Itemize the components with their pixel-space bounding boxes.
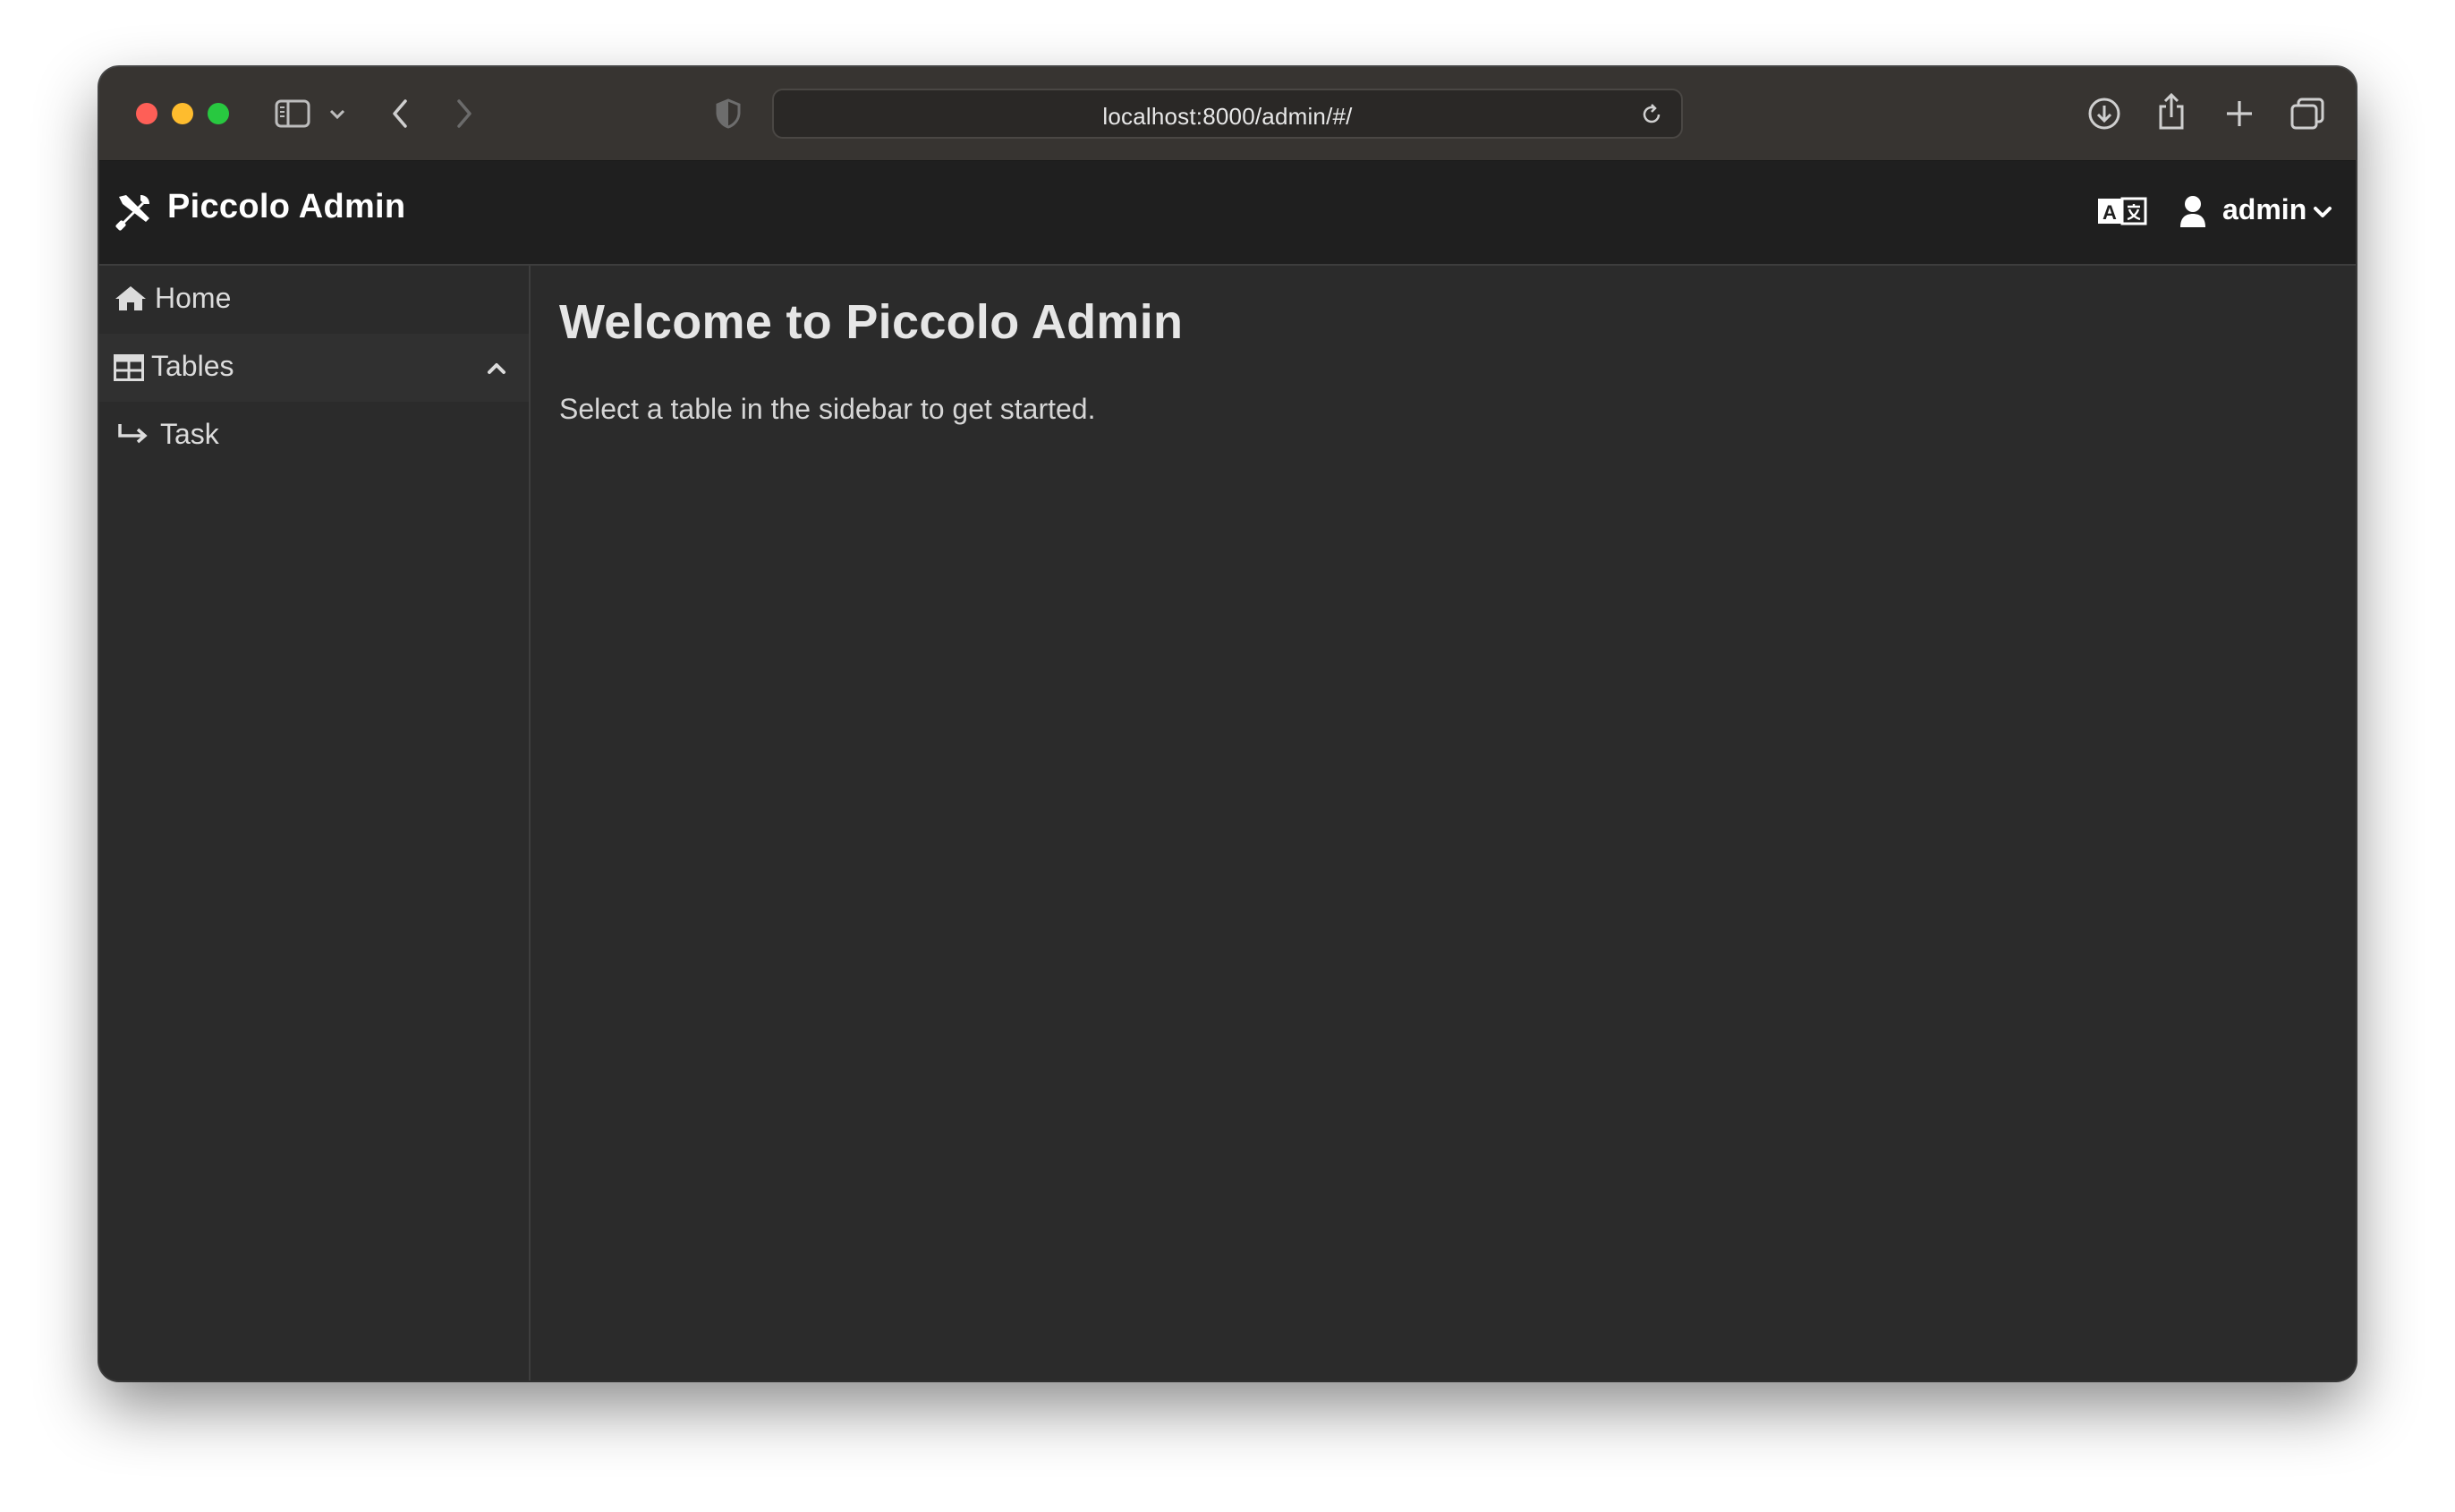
app-header: Piccolo Admin A admin [99,161,2356,266]
svg-text:A: A [2102,201,2117,224]
download-icon[interactable] [2087,97,2121,131]
sidebar-item-tables[interactable]: Tables [99,334,529,402]
browser-window: localhost:8000/admin/#/ Piccolo Admin A … [99,67,2356,1380]
app-title[interactable]: Piccolo Admin [167,188,405,226]
url-text: localhost:8000/admin/#/ [1102,103,1353,130]
tools-icon [115,195,149,231]
chevron-down-icon[interactable] [328,108,346,121]
minimize-window-button[interactable] [172,103,193,124]
main-content: Welcome to Piccolo Admin Select a table … [531,266,2356,1380]
home-icon [115,286,146,310]
sidebar-item-label: Task [160,418,219,450]
page-title: Welcome to Piccolo Admin [559,295,1184,349]
arrow-return-icon [118,424,148,444]
sidebar: Home Tables Task [99,266,531,1380]
page-subtitle: Select a table in the sidebar to get sta… [559,393,1096,425]
sidebar-toggle-icon[interactable] [275,99,310,128]
maximize-window-button[interactable] [208,103,229,124]
sidebar-item-home[interactable]: Home [99,266,529,334]
sidebar-item-label: Home [155,282,232,314]
forward-icon[interactable] [454,98,475,130]
back-icon[interactable] [389,98,411,130]
address-bar[interactable]: localhost:8000/admin/#/ [772,89,1683,139]
user-menu-label[interactable]: admin [2222,193,2306,226]
tab-overview-icon[interactable] [2289,97,2325,131]
chevron-up-icon[interactable] [487,361,506,375]
sidebar-item-label: Tables [151,350,234,382]
share-icon[interactable] [2155,92,2187,132]
reload-icon[interactable] [1640,103,1663,126]
privacy-shield-icon[interactable] [715,98,742,130]
new-tab-icon[interactable] [2224,98,2255,129]
table-icon [114,354,144,381]
sidebar-item-task[interactable]: Task [99,402,529,470]
translate-icon[interactable]: A [2097,197,2147,225]
browser-toolbar: localhost:8000/admin/#/ [99,67,2356,162]
chevron-down-icon[interactable] [2313,206,2332,220]
close-window-button[interactable] [136,103,157,124]
user-icon[interactable] [2179,195,2207,229]
